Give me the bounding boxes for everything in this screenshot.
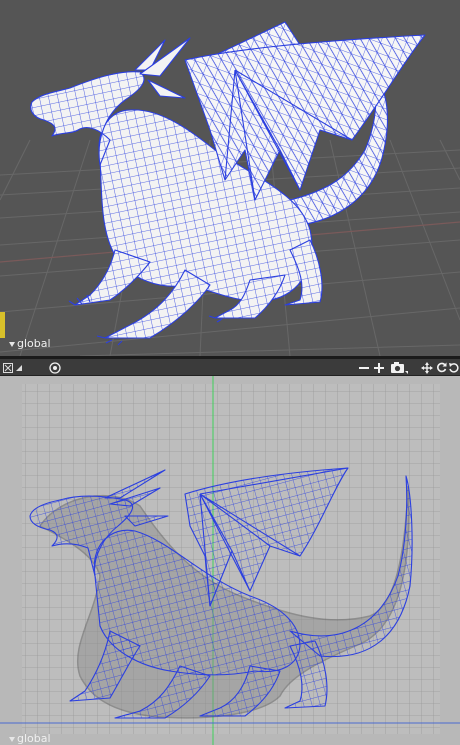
coordinate-mode-label: global xyxy=(17,732,51,745)
camera-icon[interactable] xyxy=(389,360,409,375)
target-icon[interactable] xyxy=(48,360,62,375)
pan-icon[interactable] xyxy=(420,360,434,375)
zoom-in-icon[interactable] xyxy=(373,360,385,375)
maximize-icon[interactable] xyxy=(2,360,14,375)
triangle-icon[interactable] xyxy=(15,360,23,375)
gizmo-handle[interactable] xyxy=(0,312,5,338)
perspective-scene[interactable] xyxy=(0,0,460,356)
coordinate-mode-label: global xyxy=(17,337,51,350)
zoom-out-icon[interactable] xyxy=(358,360,370,375)
coordinate-mode-selector[interactable]: global xyxy=(9,337,51,350)
ortho-scene[interactable] xyxy=(0,376,460,745)
reset-icon[interactable] xyxy=(448,360,460,375)
chevron-down-icon xyxy=(9,341,15,347)
coordinate-mode-selector-ortho[interactable]: global xyxy=(9,732,51,745)
perspective-viewport[interactable]: global xyxy=(0,0,460,356)
viewport-toolbar xyxy=(0,359,460,376)
rotate-icon[interactable] xyxy=(435,360,447,375)
chevron-down-icon xyxy=(9,736,15,742)
orthographic-viewport[interactable]: global xyxy=(0,376,460,745)
